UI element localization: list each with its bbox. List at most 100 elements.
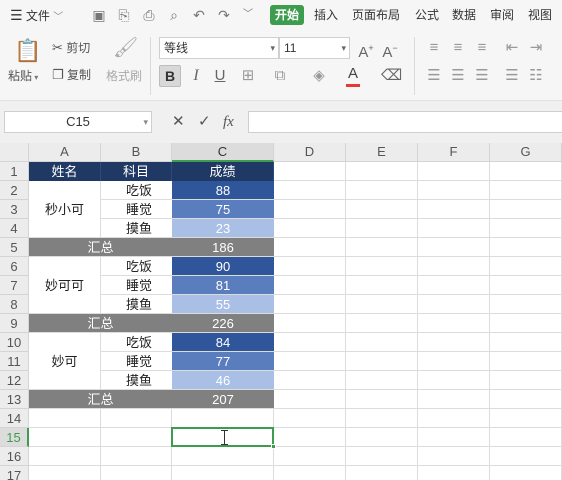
subject-cell[interactable]: 摸鱼 <box>101 219 172 237</box>
increase-font-size-icon[interactable]: A+ <box>357 39 375 62</box>
row-header-7[interactable]: 7 <box>0 276 29 295</box>
tab-insert[interactable]: 插入 <box>314 0 338 31</box>
save-icon[interactable]: ▣ <box>91 7 107 23</box>
decrease-indent-icon[interactable]: ⇤ <box>503 39 521 57</box>
confirm-icon[interactable]: ✓ <box>198 111 211 133</box>
header-cell[interactable]: 科目 <box>101 162 172 181</box>
italic-button[interactable]: I <box>187 67 205 85</box>
score-cell[interactable]: 84 <box>172 333 274 351</box>
row-header-9[interactable]: 9 <box>0 314 29 333</box>
name-cell[interactable]: 秒小可 <box>29 181 101 238</box>
tab-page-layout[interactable]: 页面布局 <box>352 0 400 31</box>
row-header-6[interactable]: 6 <box>0 257 29 276</box>
row-header-16[interactable]: 16 <box>0 447 29 466</box>
output-icon[interactable]: ⎘ <box>116 7 132 23</box>
redo-icon[interactable]: ↷ <box>216 7 232 23</box>
subject-cell[interactable]: 睡觉 <box>101 200 172 218</box>
cut-button[interactable]: ✂ 剪切 <box>52 40 90 56</box>
header-cell[interactable]: 成绩 <box>172 162 274 181</box>
tab-review[interactable]: 审阅 <box>490 0 514 31</box>
formula-input[interactable] <box>248 111 562 133</box>
clear-format-icon[interactable]: ⌫ <box>381 67 402 85</box>
undo-icon[interactable]: ↶ <box>191 7 207 23</box>
print-icon[interactable]: ⎙ <box>141 7 157 23</box>
score-cell[interactable]: 81 <box>172 276 274 294</box>
cell-style-icon[interactable]: ⧉ <box>271 67 289 85</box>
summary-label-cell[interactable]: 汇总 <box>29 238 172 256</box>
column-header-g[interactable]: G <box>490 143 562 162</box>
underline-button[interactable]: U <box>211 67 229 85</box>
align-top-icon[interactable]: ≡ <box>425 39 443 57</box>
score-cell[interactable]: 88 <box>172 181 274 199</box>
summary-total-cell[interactable]: 226 <box>172 314 274 332</box>
name-cell[interactable]: 妙可 <box>29 333 101 390</box>
row-header-12[interactable]: 12 <box>0 371 29 390</box>
borders-icon[interactable]: ⊞ <box>239 67 257 85</box>
row-header-15[interactable]: 15 <box>0 428 29 447</box>
row-header-10[interactable]: 10 <box>0 333 29 352</box>
spreadsheet-grid[interactable]: A B C D E F G 1 2 3 4 5 6 7 8 9 10 11 12 13 14 15 16 17 姓名 科目 成绩 秒小… <box>0 143 562 480</box>
name-box[interactable]: C15 ▾ <box>4 111 152 133</box>
summary-label-cell[interactable]: 汇总 <box>29 314 172 332</box>
header-cell[interactable]: 姓名 <box>29 162 101 181</box>
summary-total-cell[interactable]: 186 <box>172 238 274 256</box>
format-painter-button[interactable]: 格式刷 <box>106 68 142 84</box>
summary-label-cell[interactable]: 汇总 <box>29 390 172 408</box>
align-left-icon[interactable]: ☰ <box>425 67 443 85</box>
quick-access-dropdown-icon[interactable]: ﹀ <box>240 7 256 23</box>
tab-data[interactable]: 数据 <box>452 0 476 31</box>
align-right-icon[interactable]: ☰ <box>473 67 491 85</box>
column-header-e[interactable]: E <box>346 143 418 162</box>
copy-button[interactable]: ❐ 复制 <box>52 67 91 83</box>
font-name-select[interactable]: 等线 ▾ <box>159 37 279 59</box>
paste-icon[interactable]: 📋 <box>14 39 41 63</box>
score-cell[interactable]: 46 <box>172 371 274 389</box>
file-menu[interactable]: ☰ 文件 ﹀ <box>10 0 63 31</box>
decrease-font-size-icon[interactable]: A− <box>381 39 399 62</box>
score-cell[interactable]: 77 <box>172 352 274 370</box>
row-header-4[interactable]: 4 <box>0 219 29 238</box>
align-center-icon[interactable]: ☰ <box>449 67 467 85</box>
row-header-5[interactable]: 5 <box>0 238 29 257</box>
fill-color-icon[interactable]: ◈ <box>310 67 328 85</box>
row-header-17[interactable]: 17 <box>0 466 29 480</box>
score-cell[interactable]: 55 <box>172 295 274 313</box>
font-size-select[interactable]: 11 ▾ <box>279 37 350 59</box>
score-cell[interactable]: 90 <box>172 257 274 275</box>
format-painter-icon[interactable]: 🖌 <box>113 38 138 63</box>
subject-cell[interactable]: 睡觉 <box>101 352 172 370</box>
column-header-a[interactable]: A <box>29 143 101 162</box>
score-cell[interactable]: 75 <box>172 200 274 218</box>
cancel-icon[interactable]: ✕ <box>172 111 185 133</box>
distributed-align-icon[interactable]: ☷ <box>527 67 545 85</box>
subject-cell[interactable]: 睡觉 <box>101 276 172 294</box>
row-header-11[interactable]: 11 <box>0 352 29 371</box>
fill-handle[interactable] <box>271 444 276 449</box>
row-header-2[interactable]: 2 <box>0 181 29 200</box>
row-header-3[interactable]: 3 <box>0 200 29 219</box>
subject-cell[interactable]: 摸鱼 <box>101 295 172 313</box>
print-preview-icon[interactable]: ⌕ <box>166 7 182 23</box>
column-header-d[interactable]: D <box>274 143 346 162</box>
select-all-corner[interactable] <box>0 143 29 162</box>
column-header-c[interactable]: C <box>172 143 274 162</box>
row-header-13[interactable]: 13 <box>0 390 29 409</box>
tab-formulas[interactable]: 公式 <box>415 0 439 31</box>
row-header-14[interactable]: 14 <box>0 409 29 428</box>
score-cell[interactable]: 23 <box>172 219 274 237</box>
row-header-8[interactable]: 8 <box>0 295 29 314</box>
tab-view[interactable]: 视图 <box>528 0 552 31</box>
tab-home[interactable]: 开始 <box>270 5 305 25</box>
summary-total-cell[interactable]: 207 <box>172 390 274 408</box>
subject-cell[interactable]: 吃饭 <box>101 181 172 199</box>
align-bottom-icon[interactable]: ≡ <box>473 39 491 57</box>
increase-indent-icon[interactable]: ⇥ <box>527 39 545 57</box>
paste-button[interactable]: 粘贴 ▾ <box>8 68 38 86</box>
subject-cell[interactable]: 摸鱼 <box>101 371 172 389</box>
align-middle-icon[interactable]: ≡ <box>449 39 467 57</box>
font-color-button[interactable]: A <box>344 65 362 87</box>
subject-cell[interactable]: 吃饭 <box>101 257 172 275</box>
row-header-1[interactable]: 1 <box>0 162 29 181</box>
justify-icon[interactable]: ☰ <box>503 67 521 85</box>
bold-button[interactable]: B <box>159 65 181 87</box>
